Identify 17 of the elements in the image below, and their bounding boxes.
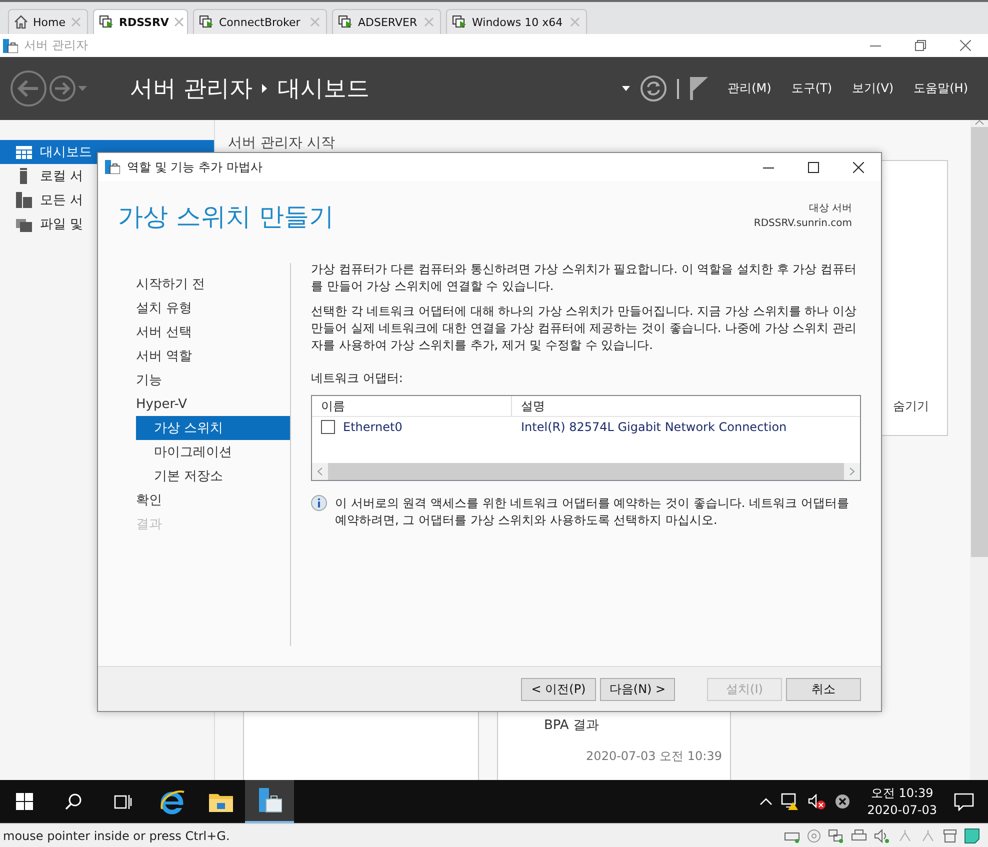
dialog-title: 역할 및 기능 추가 마법사 bbox=[127, 158, 264, 176]
section-heading: 서버 관리자 시작 bbox=[228, 134, 336, 152]
description-text: 선택한 각 네트워크 어댑터에 대해 하나의 가상 스위치가 만들어집니다. 지금 가상 스위치를 하나 이상 만들어 실제 네트워크에 대한 연결을 가상 컴퓨터에 제공하는 것이 좋습니다. 나중에 가상 스위치 관리자를 사용하여 가상 스위치를 추가, 제거 및 수정할 수 있습니다. bbox=[311, 303, 858, 354]
target-server: RDSSRV.sunrin.com bbox=[754, 217, 852, 231]
status-text: mouse pointer inside or press Ctrl+G. bbox=[3, 828, 231, 842]
table-cell-text: Intel(R) 82574L Gigabit Network Connection bbox=[520, 418, 788, 436]
card-label: BPA 결과 bbox=[544, 717, 600, 734]
window-title: 서버 관리자 bbox=[24, 37, 89, 54]
clock-date: 2020-07-03 bbox=[867, 802, 937, 818]
timestamp: 2020-07-03 오전 10:39 bbox=[585, 748, 722, 765]
page-title: 가상 스위치 만들기 bbox=[118, 200, 335, 232]
clock-time: 오전 10:39 bbox=[870, 784, 934, 802]
note-text: 이 서버로의 원격 액세스를 위한 네트워크 어댑터를 예약하는 것이 좋습니다. 네트워크 어댑터를 예약하려면, 그 어댑터를 가상 스위치와 사용하도록 선택하지 마십시오. bbox=[335, 495, 850, 529]
target-label: 대상 서버 bbox=[808, 202, 852, 216]
table-cell: Ethernet0 bbox=[343, 418, 402, 436]
field-label: 네트워크 어댑터: bbox=[311, 370, 404, 387]
description-text: 가상 컴퓨터가 다른 컴퓨터와 통신하려면 가상 스위치가 필요합니다. 이 역할을 설치한 후 가상 컴퓨터를 만들어 가상 스위치에 연결할 수 있습니다. bbox=[311, 261, 858, 295]
